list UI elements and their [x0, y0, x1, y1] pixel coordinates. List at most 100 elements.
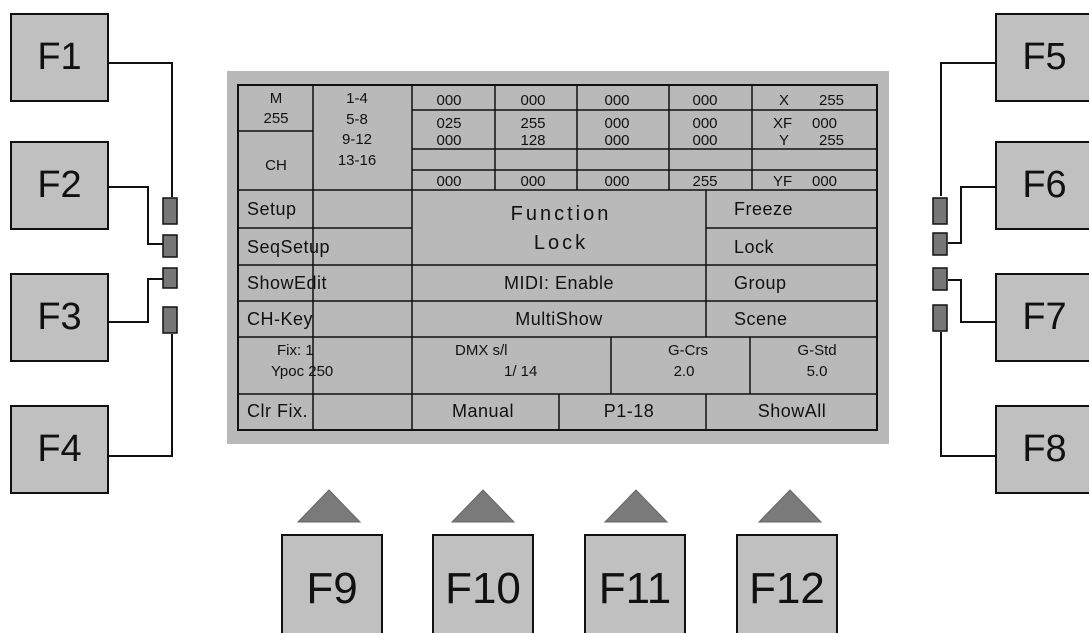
f2-wire: [109, 186, 163, 245]
menu-setup-label: Setup: [247, 199, 297, 219]
f10-key[interactable]: F10: [432, 534, 534, 633]
f11-key[interactable]: F11: [584, 534, 686, 633]
channel-value: 000: [692, 115, 718, 132]
f1-wire: [109, 62, 173, 197]
range-4: 13-16: [337, 152, 377, 169]
softkey-clr-fix-label: Clr Fix.: [247, 401, 308, 421]
f5-wire: [940, 62, 995, 196]
led-5: [932, 197, 948, 225]
f3-key[interactable]: F3: [10, 273, 109, 362]
led-1: [162, 197, 178, 225]
f6-key[interactable]: F6: [995, 141, 1089, 230]
channel-value: 000: [436, 173, 462, 190]
led-3: [162, 267, 178, 289]
softkey-manual[interactable]: Manual: [412, 394, 559, 429]
softkey-p1-18-label: P1-18: [603, 401, 655, 421]
menu-scene[interactable]: Scene: [706, 301, 876, 337]
softkey-p1-18[interactable]: P1-18: [559, 394, 706, 429]
menu-lock-label: Lock: [734, 237, 775, 257]
lcd-display: M 255 CH 1-4 5-8 9-12 13-16 000 000 000 …: [237, 84, 878, 431]
f12-label: F12: [749, 564, 825, 613]
g-std-value: 5.0: [806, 363, 828, 380]
dmx-label: DMX s/l: [455, 342, 508, 359]
softkey-clr-fix[interactable]: Clr Fix.: [239, 394, 412, 429]
channel-value: 000: [604, 132, 630, 149]
function-mode: Lock: [533, 232, 589, 254]
menu-lock[interactable]: Lock: [706, 228, 876, 265]
f2-label: F2: [37, 164, 82, 206]
softkey-showall[interactable]: ShowAll: [706, 394, 876, 429]
multishow-status: MultiShow: [515, 309, 603, 329]
channel-value: 000: [436, 132, 462, 149]
f1-key[interactable]: F1: [10, 13, 109, 102]
controller-diagram: F1 F2 F3 F4 F5 F6 F7 F8 F9 F10 F11 F12 M…: [0, 0, 1089, 633]
f12-key[interactable]: F12: [736, 534, 838, 633]
f7-key[interactable]: F7: [995, 273, 1089, 362]
menu-freeze[interactable]: Freeze: [706, 190, 876, 228]
menu-showedit[interactable]: ShowEdit: [239, 265, 412, 301]
channel-value: 255: [692, 173, 718, 190]
led-2: [162, 234, 178, 258]
yf-label: YF: [773, 173, 793, 190]
menu-group[interactable]: Group: [706, 265, 876, 301]
menu-freeze-label: Freeze: [734, 199, 794, 219]
f11-arrow-icon: [603, 489, 669, 523]
y-label: Y: [779, 132, 790, 149]
f8-label: F8: [1022, 428, 1067, 470]
menu-seqsetup[interactable]: SeqSetup: [239, 228, 412, 265]
channel-value: 000: [520, 173, 546, 190]
f1-label: F1: [37, 36, 82, 78]
channel-value: 255: [520, 115, 546, 132]
channel-value: 025: [436, 115, 462, 132]
channel-value: 000: [520, 92, 546, 109]
yf-value: 000: [812, 173, 838, 190]
f12-arrow-icon: [757, 489, 823, 523]
f4-key[interactable]: F4: [10, 405, 109, 494]
softkey-manual-label: Manual: [451, 401, 515, 421]
f2-key[interactable]: F2: [10, 141, 109, 230]
g-crs-label: G-Crs: [668, 342, 708, 359]
f7-wire: [948, 279, 995, 323]
f10-arrow-icon: [450, 489, 516, 523]
dmx-value: 1/ 14: [504, 363, 538, 380]
f3-wire: [109, 278, 163, 323]
channel-value: 000: [604, 173, 630, 190]
m-label: M: [269, 90, 283, 107]
channel-value: 000: [604, 92, 630, 109]
channel-value: 000: [604, 115, 630, 132]
xf-value: 000: [812, 115, 838, 132]
g-std-label: G-Std: [797, 342, 837, 359]
f3-label: F3: [37, 296, 82, 338]
range-1: 1-4: [346, 90, 368, 107]
xf-label: XF: [773, 115, 793, 132]
menu-seqsetup-label: SeqSetup: [247, 237, 331, 257]
f9-arrow-icon: [296, 489, 362, 523]
menu-ch-key[interactable]: CH-Key: [239, 301, 412, 337]
ch-label: CH: [265, 157, 287, 174]
f7-label: F7: [1022, 296, 1067, 338]
softkey-showall-label: ShowAll: [757, 401, 827, 421]
menu-group-label: Group: [734, 273, 787, 293]
f4-label: F4: [37, 428, 82, 470]
midi-status: MIDI: Enable: [503, 273, 615, 293]
range-2: 5-8: [346, 111, 368, 128]
channel-value: 000: [692, 132, 718, 149]
x-value: 255: [819, 92, 845, 109]
menu-scene-label: Scene: [734, 309, 788, 329]
led-4: [162, 306, 178, 334]
f9-label: F9: [306, 564, 358, 613]
m-value: 255: [263, 110, 289, 127]
f8-key[interactable]: F8: [995, 405, 1089, 494]
fix-value: Fix: 1: [277, 342, 314, 359]
x-label: X: [779, 92, 790, 109]
function-title: Function: [510, 203, 612, 225]
f5-label: F5: [1022, 36, 1067, 78]
f9-key[interactable]: F9: [281, 534, 383, 633]
f4-wire: [109, 334, 173, 457]
f6-wire: [948, 186, 995, 244]
menu-setup[interactable]: Setup: [239, 190, 412, 228]
channel-value: 128: [520, 132, 546, 149]
led-7: [932, 267, 948, 291]
channel-value: 000: [692, 92, 718, 109]
f5-key[interactable]: F5: [995, 13, 1089, 102]
